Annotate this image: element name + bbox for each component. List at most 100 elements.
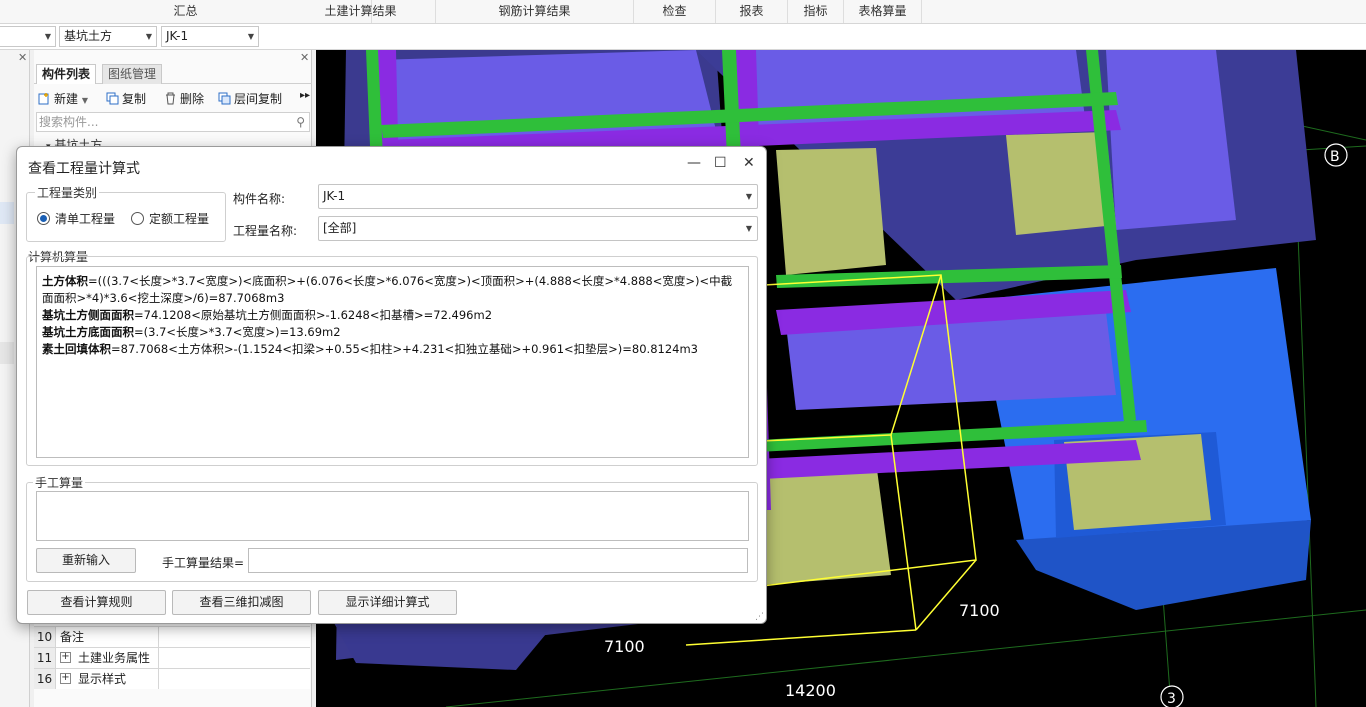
tab-indicator[interactable]: 指标 <box>788 0 844 23</box>
tab-component-list[interactable]: 构件列表 <box>36 64 97 84</box>
nav-highlight <box>0 342 14 364</box>
tab-rebar-results[interactable]: 钢筋计算结果 <box>436 0 634 23</box>
component-name-combo-value: JK-1 <box>323 189 346 203</box>
search-icon: ⚲ <box>296 115 305 129</box>
reenter-button[interactable]: 重新输入 <box>36 548 136 573</box>
component-name-combo[interactable]: JK-1 ▼ <box>318 184 758 209</box>
trash-icon <box>166 92 175 105</box>
new-button[interactable]: 新建 ▼ <box>38 90 88 107</box>
view-3d-deduction-button[interactable]: 查看三维扣减图 <box>172 590 311 615</box>
floor-copy-button[interactable]: 层间复制 <box>218 90 282 107</box>
formula-label: 基坑土方侧面面积 <box>42 308 134 322</box>
ribbon-tabs: 汇总 土建计算结果 钢筋计算结果 检查 报表 指标 表格算量 <box>0 0 1366 24</box>
manual-result-field[interactable] <box>248 548 748 573</box>
nav-highlight <box>0 202 14 224</box>
axis-label: B <box>1330 149 1340 165</box>
calc-formula-text[interactable]: 土方体积=(((3.7<长度>*3.7<宽度>)<底面积>+(6.076<长度>… <box>36 266 749 458</box>
copy-button[interactable]: 复制 <box>106 90 146 107</box>
tab-table-quantity[interactable]: 表格算量 <box>844 0 922 23</box>
tab-drawing-manage[interactable]: 图纸管理 <box>102 64 163 84</box>
component-type-value: 基坑土方 <box>64 29 113 43</box>
footing <box>776 148 886 275</box>
row-number: 11 <box>34 648 56 668</box>
property-grid: 10 备注 11 + 土建业务属性 16 + 显示样式 <box>34 626 310 689</box>
formula-label: 素土回填体积 <box>42 342 111 356</box>
floor-copy-icon <box>218 92 231 105</box>
chevron-down-icon: ▼ <box>745 224 752 233</box>
chevron-down-icon: ▼ <box>247 32 254 41</box>
component-type-select[interactable]: 基坑土方 ▼ <box>59 26 157 47</box>
chevron-down-icon: ▼ <box>44 32 51 41</box>
component-name-label: 构件名称: <box>233 192 286 206</box>
maximize-icon[interactable]: ☐ <box>714 155 727 171</box>
radio-checked-icon <box>37 212 50 225</box>
manual-calc-legend: 手工算量 <box>33 474 86 491</box>
row-value[interactable] <box>158 669 310 689</box>
formula-line: 基坑土方底面面积=(3.7<长度>*3.7<宽度>)=13.69m2 <box>42 324 743 341</box>
calc-formula-dialog: 查看工程量计算式 — ☐ ✕ 工程量类别 清单工程量 定额工程量 构件名称: J… <box>16 146 767 624</box>
radio-list-quantity[interactable]: 清单工程量 <box>37 210 115 227</box>
expand-icon[interactable]: + <box>60 652 71 663</box>
panel-toolbar: 新建 ▼ 复制 删除 层间复制 ▸▸ <box>34 88 312 110</box>
manual-result-label: 手工算量结果= <box>162 556 245 570</box>
show-detail-formula-button[interactable]: 显示详细计算式 <box>318 590 457 615</box>
row-name: 显示样式 <box>78 672 127 686</box>
row-value[interactable] <box>158 627 310 647</box>
component-name-value: JK-1 <box>166 29 189 43</box>
row-name: 土建业务属性 <box>78 651 151 665</box>
row-value[interactable] <box>158 648 310 668</box>
axis-label: 3 <box>1167 691 1176 707</box>
close-icon[interactable]: ✕ <box>18 51 27 64</box>
component-name-select[interactable]: JK-1 ▼ <box>161 26 259 47</box>
category-group: 工程量类别 清单工程量 定额工程量 <box>26 184 226 242</box>
view-rules-button[interactable]: 查看计算规则 <box>27 590 166 615</box>
dimension-label: 14200 <box>785 681 836 700</box>
row-name: 备注 <box>60 630 85 644</box>
radio-label: 清单工程量 <box>55 212 116 226</box>
floor-copy-label: 层间复制 <box>234 92 283 106</box>
quantity-name-combo-value: [全部] <box>323 221 357 235</box>
close-icon[interactable]: ✕ <box>743 155 755 171</box>
table-row[interactable]: 16 + 显示样式 <box>34 668 310 689</box>
tab-civil-results[interactable]: 土建计算结果 <box>286 0 436 23</box>
minimize-icon[interactable]: — <box>687 155 701 171</box>
selector-bar: ▼ 基坑土方 ▼ JK-1 ▼ <box>0 24 1366 50</box>
formula-line: 素土回填体积=87.7068<土方体积>-(1.1524<扣梁>+0.55<扣柱… <box>42 341 743 358</box>
formula-line: 土方体积=(((3.7<长度>*3.7<宽度>)<底面积>+(6.076<长度>… <box>42 273 743 307</box>
manual-calc-input[interactable] <box>36 491 749 541</box>
delete-label: 删除 <box>180 92 205 106</box>
table-row[interactable]: 10 备注 <box>34 626 310 647</box>
formula-value: =74.1208<原始基坑土方侧面面积>-1.6248<扣基槽>=72.496m… <box>134 308 493 322</box>
category-legend: 工程量类别 <box>35 184 100 201</box>
new-label: 新建 <box>54 92 79 106</box>
quantity-name-combo[interactable]: [全部] ▼ <box>318 216 758 241</box>
copy-label: 复制 <box>122 92 147 106</box>
formula-label: 基坑土方底面面积 <box>42 325 134 339</box>
component-search-input[interactable]: 搜索构件... ⚲ <box>36 112 310 132</box>
more-icon[interactable]: ▸▸ <box>300 90 310 101</box>
radio-unchecked-icon <box>131 212 144 225</box>
radio-label: 定额工程量 <box>149 212 210 226</box>
quantity-name-label: 工程量名称: <box>233 224 298 238</box>
row-number: 16 <box>34 669 56 689</box>
chevron-down-icon: ▼ <box>745 192 752 201</box>
dimension-label: 7100 <box>959 601 1000 620</box>
radio-quota-quantity[interactable]: 定额工程量 <box>131 210 209 227</box>
new-icon <box>38 93 49 105</box>
copy-icon <box>106 92 119 105</box>
chevron-down-icon: ▼ <box>145 32 152 41</box>
slab <box>1106 50 1236 230</box>
expand-icon[interactable]: + <box>60 673 71 684</box>
formula-label: 土方体积 <box>42 274 88 288</box>
table-row[interactable]: 11 + 土建业务属性 <box>34 647 310 668</box>
formula-value: =(3.7<长度>*3.7<宽度>)=13.69m2 <box>134 325 341 339</box>
panel-tabs: 构件列表 图纸管理 <box>34 62 312 84</box>
dialog-title: 查看工程量计算式 <box>28 161 140 177</box>
search-placeholder: 搜索构件... <box>39 115 99 129</box>
tab-check[interactable]: 检查 <box>634 0 716 23</box>
tab-report[interactable]: 报表 <box>716 0 788 23</box>
resize-grip-icon[interactable]: ⋰ <box>755 612 764 622</box>
delete-button[interactable]: 删除 <box>164 90 204 107</box>
floor-select[interactable]: ▼ <box>0 26 56 47</box>
formula-line: 基坑土方侧面面积=74.1208<原始基坑土方侧面面积>-1.6248<扣基槽>… <box>42 307 743 324</box>
